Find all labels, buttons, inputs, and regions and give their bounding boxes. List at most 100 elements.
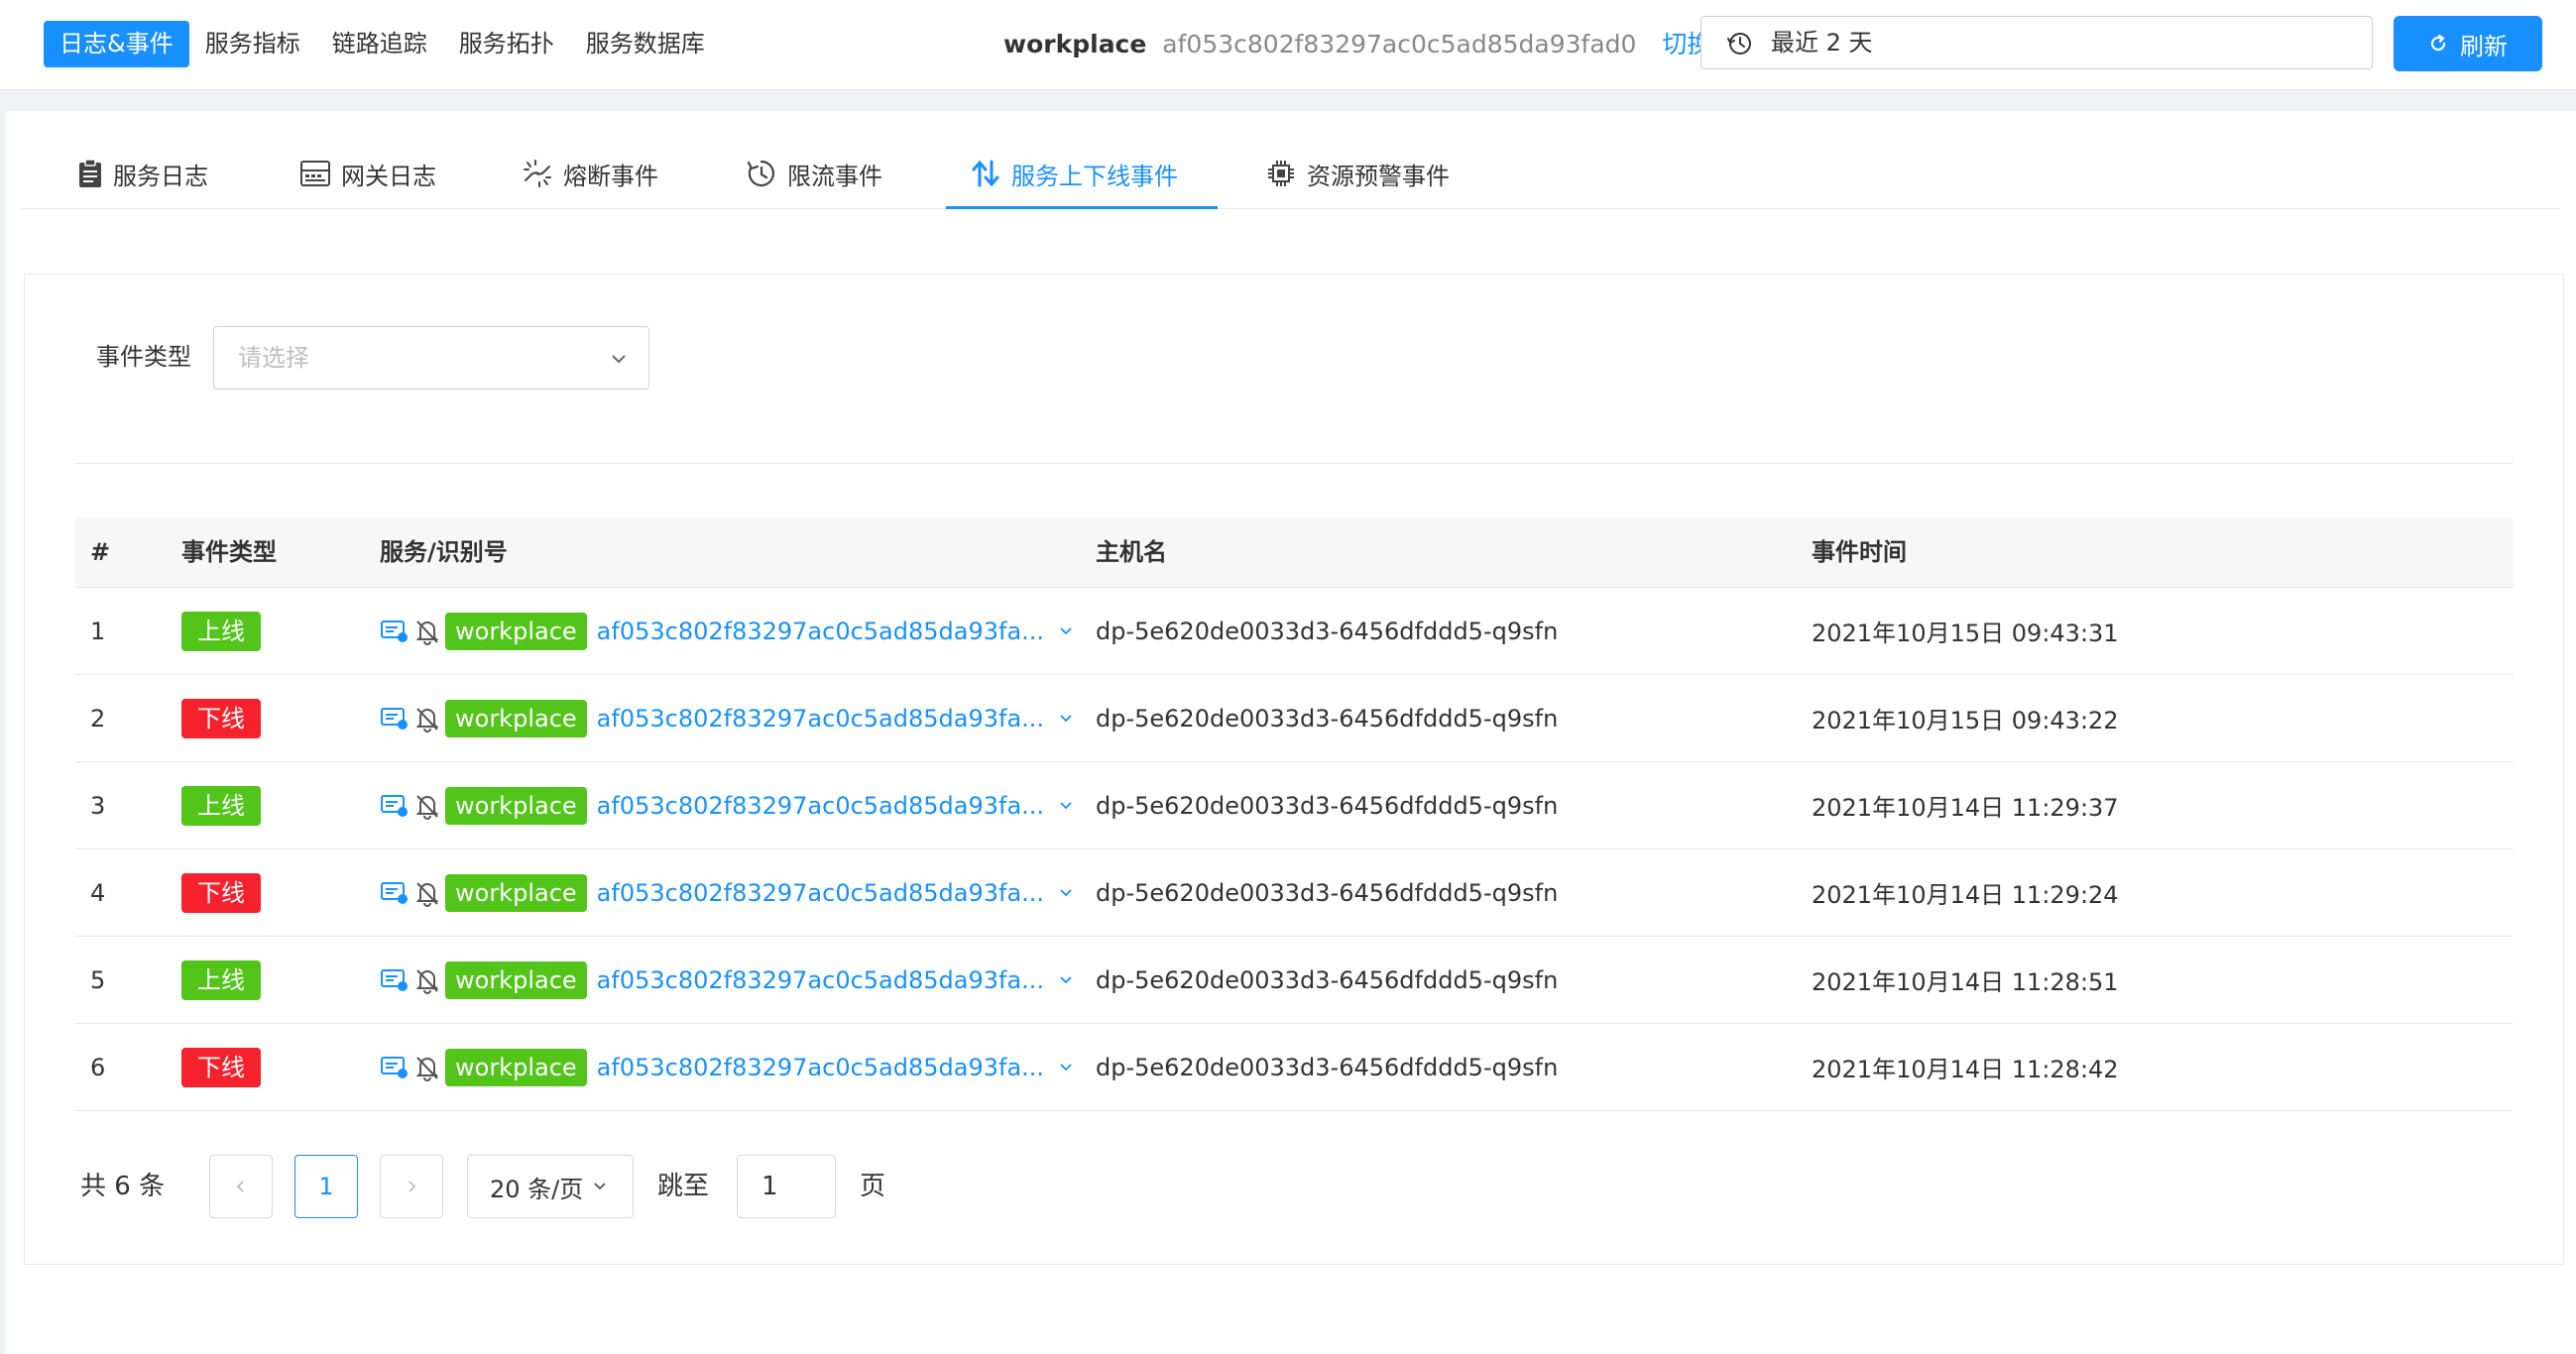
event-time-cell: 2021年10月14日 11:28:51 (1812, 937, 2119, 1023)
service-name-tag[interactable]: workplace (445, 786, 587, 825)
timer-icon (747, 160, 774, 187)
tab-label: 服务上下线事件 (1011, 162, 1178, 190)
top-nav: 日志&事件 服务指标 链路追踪 服务拓扑 服务数据库 (44, 21, 721, 67)
page-unit-label: 页 (860, 1172, 886, 1201)
nav-logs-events[interactable]: 日志&事件 (44, 21, 189, 67)
notification-off-icon[interactable] (413, 705, 441, 733)
tab-service-online-offline[interactable]: 服务上下线事件 (946, 139, 1218, 209)
notification-off-icon[interactable] (413, 792, 441, 820)
page-size-label: 20 条/页 (490, 1175, 584, 1203)
broken-link-icon (524, 160, 551, 187)
chevron-down-icon[interactable] (1058, 1060, 1074, 1075)
nav-service-metrics[interactable]: 服务指标 (189, 21, 316, 67)
up-down-arrows-icon (972, 160, 999, 187)
service-cell: workplace af053c802f83297ac0c5ad85da93fa.… (380, 588, 1074, 674)
instance-card-icon[interactable] (380, 706, 410, 732)
hostname-cell: dp-5e620de0033d3-6456dfddd5-q9sfn (1096, 937, 1558, 1023)
chevron-down-icon[interactable] (1058, 623, 1074, 639)
table-header: # 事件类型 服务/识别号 主机名 事件时间 (74, 517, 2514, 588)
col-event-time: 事件时间 (1812, 538, 1907, 566)
service-cell: workplace af053c802f83297ac0c5ad85da93fa.… (380, 1024, 1074, 1110)
event-type-cell: 上线 (181, 762, 261, 848)
event-tabs: 服务日志 网关日志 熔断事件 限流事件 服务上下线事件 资源预警事件 (22, 139, 2560, 209)
current-service: workplace af053c802f83297ac0c5ad85da93fa… (1003, 28, 1711, 61)
service-name: workplace (1003, 30, 1147, 58)
notification-off-icon[interactable] (413, 966, 441, 994)
notification-off-icon[interactable] (413, 879, 441, 907)
chevron-down-icon[interactable] (1058, 798, 1074, 814)
instance-card-icon[interactable] (380, 967, 410, 993)
col-hostname: 主机名 (1096, 538, 1167, 566)
tab-gateway-logs[interactable]: 网关日志 (299, 139, 436, 208)
next-page-button[interactable] (380, 1155, 443, 1218)
col-event-type: 事件类型 (181, 538, 277, 566)
notification-off-icon[interactable] (413, 1054, 441, 1081)
event-type-tag: 上线 (181, 611, 261, 651)
events-card: 事件类型 请选择 # 事件类型 服务/识别号 主机名 事件时间 1 上线 workp… (24, 274, 2564, 1265)
tab-circuit-breaker[interactable]: 熔断事件 (522, 139, 658, 208)
instance-id-link[interactable]: af053c802f83297ac0c5ad85da93fa... (597, 1054, 1044, 1081)
instance-id-link[interactable]: af053c802f83297ac0c5ad85da93fa... (597, 966, 1044, 994)
row-index: 1 (90, 588, 105, 674)
table-row: 2 下线 workplace af053c802f83297ac0c5ad85da93… (74, 675, 2514, 762)
instance-card-icon[interactable] (380, 619, 410, 644)
instance-id-link[interactable]: af053c802f83297ac0c5ad85da93fa... (597, 792, 1044, 820)
notification-off-icon[interactable] (413, 618, 441, 645)
row-index: 5 (90, 937, 105, 1023)
event-time-cell: 2021年10月14日 11:29:24 (1812, 849, 2119, 936)
tab-service-logs[interactable]: 服务日志 (77, 139, 208, 208)
instance-id-link[interactable]: af053c802f83297ac0c5ad85da93fa... (597, 879, 1044, 907)
hostname-text: dp-5e620de0033d3-6456dfddd5-q9sfn (1096, 617, 1559, 645)
service-name-tag[interactable]: workplace (445, 960, 587, 999)
event-type-tag: 下线 (181, 872, 261, 913)
instance-card-icon[interactable] (380, 1055, 410, 1080)
row-index: 2 (90, 675, 105, 761)
jump-page-input[interactable]: 1 (737, 1155, 836, 1218)
table-body: 1 上线 workplace af053c802f83297ac0c5ad85da93… (74, 588, 2514, 1111)
page-size-select[interactable]: 20 条/页 (467, 1155, 634, 1218)
instance-id-link[interactable]: af053c802f83297ac0c5ad85da93fa... (597, 705, 1044, 733)
event-time-text: 2021年10月14日 11:29:24 (1812, 881, 2119, 909)
tab-rate-limit[interactable]: 限流事件 (746, 139, 882, 208)
hostname-text: dp-5e620de0033d3-6456dfddd5-q9sfn (1096, 704, 1559, 733)
chevron-down-icon[interactable] (1058, 885, 1074, 901)
row-index-text: 3 (90, 791, 106, 820)
service-name-tag[interactable]: workplace (445, 699, 587, 737)
service-name-tag[interactable]: workplace (445, 1048, 587, 1086)
chevron-down-icon[interactable] (1058, 711, 1074, 727)
refresh-icon (2430, 34, 2446, 52)
service-name-tag[interactable]: workplace (445, 873, 587, 912)
event-type-cell: 上线 (181, 937, 261, 1023)
event-time-text: 2021年10月14日 11:28:51 (1812, 968, 2119, 996)
hostname-cell: dp-5e620de0033d3-6456dfddd5-q9sfn (1096, 849, 1558, 936)
instance-id-link[interactable]: af053c802f83297ac0c5ad85da93fa... (597, 618, 1044, 645)
event-type-label: 事件类型 (96, 343, 191, 371)
event-type-select[interactable]: 请选择 (213, 326, 649, 390)
prev-page-button[interactable] (209, 1155, 273, 1218)
row-index: 3 (90, 762, 105, 848)
service-name-tag[interactable]: workplace (445, 612, 587, 650)
page-1-button[interactable]: 1 (294, 1155, 358, 1218)
tab-resource-alert[interactable]: 资源预警事件 (1265, 139, 1450, 208)
hostname-cell: dp-5e620de0033d3-6456dfddd5-q9sfn (1096, 762, 1558, 848)
table-row: 5 上线 workplace af053c802f83297ac0c5ad85da93… (74, 937, 2514, 1024)
instance-card-icon[interactable] (380, 880, 410, 906)
time-range-picker[interactable]: 最近 2 天 (1700, 16, 2373, 69)
event-type-cell: 上线 (181, 588, 261, 674)
service-cell: workplace af053c802f83297ac0c5ad85da93fa.… (380, 937, 1074, 1023)
instance-card-icon[interactable] (380, 793, 410, 819)
row-index-text: 6 (90, 1053, 106, 1081)
nav-tracing[interactable]: 链路追踪 (316, 21, 443, 67)
event-time-text: 2021年10月14日 11:28:42 (1812, 1056, 2119, 1083)
nav-topology[interactable]: 服务拓扑 (443, 21, 570, 67)
event-type-tag: 上线 (181, 959, 261, 1000)
row-index: 4 (90, 849, 105, 936)
refresh-button[interactable]: 刷新 (2394, 16, 2542, 71)
app-root: 日志&事件 服务指标 链路追踪 服务拓扑 服务数据库 workplace af0… (0, 0, 2576, 1354)
content-panel: 服务日志 网关日志 熔断事件 限流事件 服务上下线事件 资源预警事件 事件类型 … (6, 111, 2576, 1354)
table-row: 1 上线 workplace af053c802f83297ac0c5ad85da93… (74, 588, 2514, 675)
chevron-down-icon[interactable] (1058, 972, 1074, 988)
hostname-cell: dp-5e620de0033d3-6456dfddd5-q9sfn (1096, 1024, 1558, 1110)
hostname-text: dp-5e620de0033d3-6456dfddd5-q9sfn (1096, 878, 1559, 907)
nav-database[interactable]: 服务数据库 (570, 21, 721, 67)
